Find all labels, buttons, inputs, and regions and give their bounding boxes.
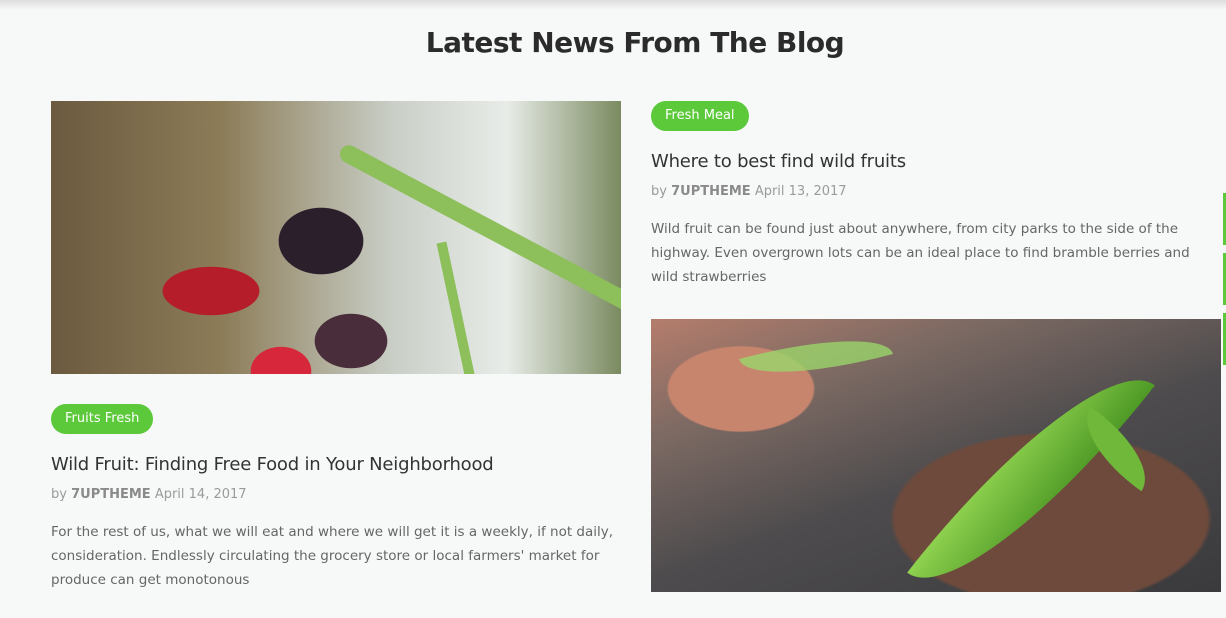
post-excerpt: For the rest of us, what we will eat and… (51, 524, 614, 588)
header-shadow (0, 0, 1226, 10)
section-title: Latest News From The Blog (425, 26, 845, 59)
post-by-label: by (651, 184, 667, 199)
post-category-tag[interactable]: Fresh Meal (651, 101, 749, 131)
post-date: April 14, 2017 (154, 487, 247, 502)
post-image-mulberries[interactable] (51, 101, 621, 374)
post-meta: by 7UPTHEME April 14, 2017 (51, 487, 247, 502)
post-meta: by 7UPTHEME April 13, 2017 (651, 184, 847, 199)
post-title[interactable]: Where to best find wild fruits (651, 151, 906, 172)
post-date: April 13, 2017 (754, 184, 847, 199)
post-excerpt: Wild fruit can be found just about anywh… (651, 221, 1190, 285)
post-author-link[interactable]: 7UPTHEME (671, 184, 751, 199)
post-image-leaf[interactable] (651, 319, 1221, 592)
post-category-tag[interactable]: Fruits Fresh (51, 404, 154, 434)
image-stem-shape (436, 241, 476, 374)
post-by-label: by (51, 487, 67, 502)
image-stem-shape (336, 142, 621, 313)
post-title[interactable]: Wild Fruit: Finding Free Food in Your Ne… (51, 454, 494, 475)
post-author-link[interactable]: 7UPTHEME (71, 487, 151, 502)
image-leaf-shape (739, 320, 893, 393)
